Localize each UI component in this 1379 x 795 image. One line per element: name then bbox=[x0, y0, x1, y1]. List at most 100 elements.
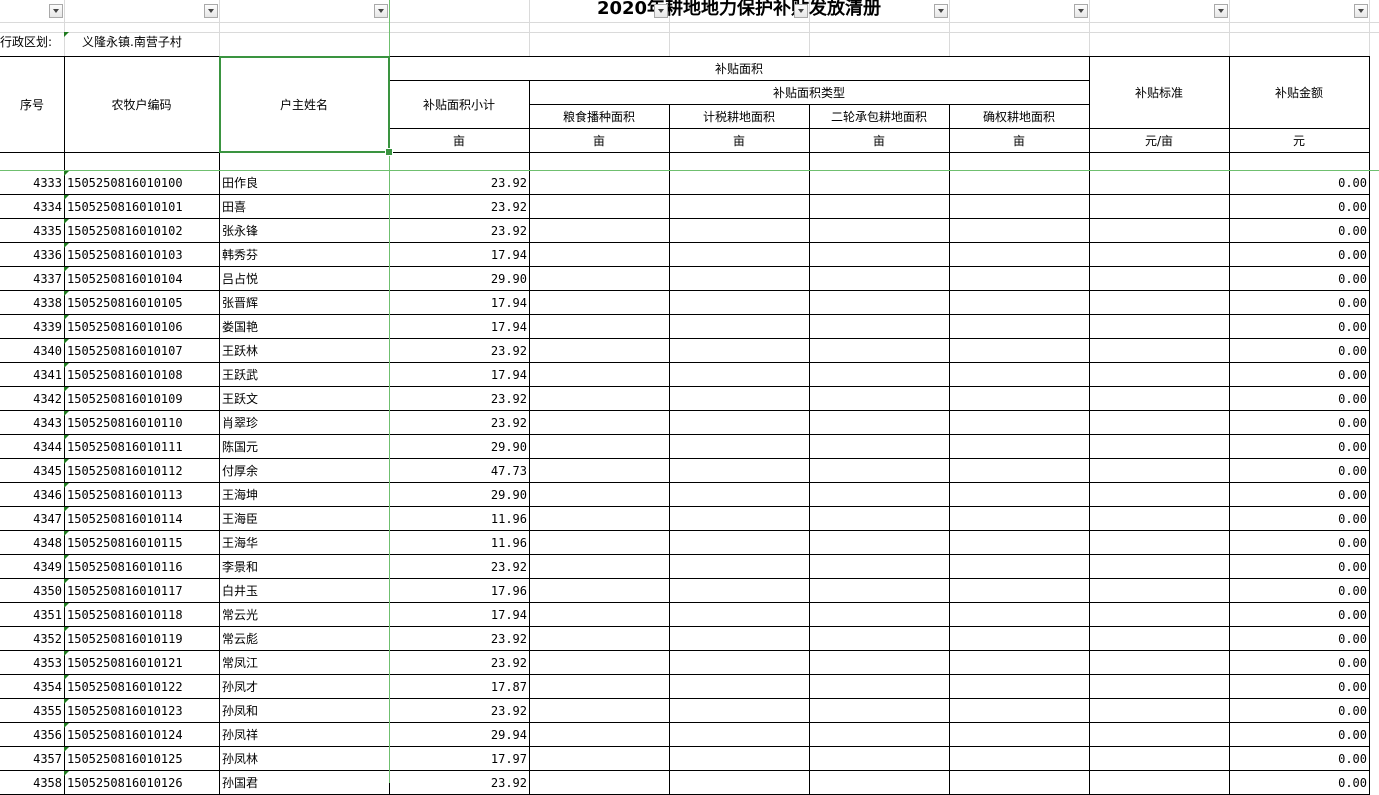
cell-name[interactable]: 王海华 bbox=[219, 531, 390, 555]
filter-dropdown-tax[interactable] bbox=[794, 4, 808, 18]
fill-handle[interactable] bbox=[385, 148, 393, 156]
cell-grain-area[interactable] bbox=[529, 603, 670, 627]
cell-amount[interactable]: 0.00 bbox=[1229, 771, 1370, 795]
cell-area-subtotal[interactable]: 47.73 bbox=[389, 459, 530, 483]
cell-seq[interactable]: 4343 bbox=[0, 411, 65, 435]
blank-cell[interactable] bbox=[949, 152, 1090, 171]
cell-seq[interactable]: 4341 bbox=[0, 363, 65, 387]
filter-dropdown-contract[interactable] bbox=[934, 4, 948, 18]
cell-standard[interactable] bbox=[1089, 555, 1230, 579]
cell-name[interactable]: 孙凤祥 bbox=[219, 723, 390, 747]
cell-tax-area[interactable] bbox=[669, 483, 810, 507]
cell-tax-area[interactable] bbox=[669, 315, 810, 339]
cell-confirmed-area[interactable] bbox=[949, 747, 1090, 771]
cell-contract-area[interactable] bbox=[809, 483, 950, 507]
cell-confirmed-area[interactable] bbox=[949, 363, 1090, 387]
region-value[interactable]: 义隆永镇.南营子村 bbox=[82, 33, 182, 50]
cell-grain-area[interactable] bbox=[529, 171, 670, 195]
cell-confirmed-area[interactable] bbox=[949, 603, 1090, 627]
cell-area-subtotal[interactable]: 23.92 bbox=[389, 219, 530, 243]
cell-area-subtotal[interactable]: 23.92 bbox=[389, 339, 530, 363]
cell-confirmed-area[interactable] bbox=[949, 771, 1090, 795]
cell-name[interactable]: 娄国艳 bbox=[219, 315, 390, 339]
cell-amount[interactable]: 0.00 bbox=[1229, 603, 1370, 627]
cell-name[interactable]: 付厚余 bbox=[219, 459, 390, 483]
cell-name[interactable]: 吕占悦 bbox=[219, 267, 390, 291]
blank-cell[interactable] bbox=[219, 152, 390, 171]
unit-standard[interactable]: 元/亩 bbox=[1089, 128, 1230, 153]
cell-amount[interactable]: 0.00 bbox=[1229, 195, 1370, 219]
cell-code[interactable]: 1505250816010110 bbox=[64, 411, 220, 435]
cell-code[interactable]: 1505250816010103 bbox=[64, 243, 220, 267]
cell-tax-area[interactable] bbox=[669, 747, 810, 771]
cell-grain-area[interactable] bbox=[529, 555, 670, 579]
cell-code[interactable]: 1505250816010124 bbox=[64, 723, 220, 747]
cell-name[interactable]: 白井玉 bbox=[219, 579, 390, 603]
cell-grain-area[interactable] bbox=[529, 411, 670, 435]
cell-tax-area[interactable] bbox=[669, 459, 810, 483]
cell-area-subtotal[interactable]: 17.97 bbox=[389, 747, 530, 771]
cell-standard[interactable] bbox=[1089, 507, 1230, 531]
cell-contract-area[interactable] bbox=[809, 387, 950, 411]
cell-tax-area[interactable] bbox=[669, 531, 810, 555]
cell-contract-area[interactable] bbox=[809, 363, 950, 387]
cell-name[interactable]: 常云彪 bbox=[219, 627, 390, 651]
cell-amount[interactable]: 0.00 bbox=[1229, 651, 1370, 675]
cell-standard[interactable] bbox=[1089, 291, 1230, 315]
header-standard[interactable]: 补贴标准 bbox=[1089, 56, 1230, 129]
cell-confirmed-area[interactable] bbox=[949, 507, 1090, 531]
header-amount[interactable]: 补贴金额 bbox=[1229, 56, 1370, 129]
cell-area-subtotal[interactable]: 23.92 bbox=[389, 555, 530, 579]
cell-seq[interactable]: 4337 bbox=[0, 267, 65, 291]
cell-amount[interactable]: 0.00 bbox=[1229, 747, 1370, 771]
cell-confirmed-area[interactable] bbox=[949, 651, 1090, 675]
cell-standard[interactable] bbox=[1089, 699, 1230, 723]
cell-grain-area[interactable] bbox=[529, 699, 670, 723]
cell-seq[interactable]: 4356 bbox=[0, 723, 65, 747]
cell-tax-area[interactable] bbox=[669, 723, 810, 747]
cell-contract-area[interactable] bbox=[809, 675, 950, 699]
cell-seq[interactable]: 4351 bbox=[0, 603, 65, 627]
cell-seq[interactable]: 4336 bbox=[0, 243, 65, 267]
cell-amount[interactable]: 0.00 bbox=[1229, 243, 1370, 267]
cell-contract-area[interactable] bbox=[809, 603, 950, 627]
cell-tax-area[interactable] bbox=[669, 675, 810, 699]
cell-code[interactable]: 1505250816010122 bbox=[64, 675, 220, 699]
cell-confirmed-area[interactable] bbox=[949, 219, 1090, 243]
cell-confirmed-area[interactable] bbox=[949, 243, 1090, 267]
cell-tax-area[interactable] bbox=[669, 195, 810, 219]
cell-confirmed-area[interactable] bbox=[949, 579, 1090, 603]
cell-name[interactable]: 田作良 bbox=[219, 171, 390, 195]
cell-tax-area[interactable] bbox=[669, 555, 810, 579]
cell-contract-area[interactable] bbox=[809, 651, 950, 675]
cell-seq[interactable]: 4353 bbox=[0, 651, 65, 675]
cell-grain-area[interactable] bbox=[529, 315, 670, 339]
cell-tax-area[interactable] bbox=[669, 651, 810, 675]
cell-tax-area[interactable] bbox=[669, 627, 810, 651]
cell-area-subtotal[interactable]: 29.90 bbox=[389, 483, 530, 507]
cell-amount[interactable]: 0.00 bbox=[1229, 219, 1370, 243]
cell-area-subtotal[interactable]: 11.96 bbox=[389, 507, 530, 531]
filter-dropdown-seq[interactable] bbox=[49, 4, 63, 18]
cell-name[interactable]: 韩秀芬 bbox=[219, 243, 390, 267]
cell-standard[interactable] bbox=[1089, 747, 1230, 771]
cell-amount[interactable]: 0.00 bbox=[1229, 363, 1370, 387]
blank-cell[interactable] bbox=[389, 152, 530, 171]
cell-grain-area[interactable] bbox=[529, 387, 670, 411]
cell-code[interactable]: 1505250816010115 bbox=[64, 531, 220, 555]
blank-cell[interactable] bbox=[1089, 152, 1230, 171]
cell-standard[interactable] bbox=[1089, 339, 1230, 363]
cell-amount[interactable]: 0.00 bbox=[1229, 507, 1370, 531]
cell-contract-area[interactable] bbox=[809, 699, 950, 723]
cell-contract-area[interactable] bbox=[809, 411, 950, 435]
cell-tax-area[interactable] bbox=[669, 435, 810, 459]
cell-code[interactable]: 1505250816010105 bbox=[64, 291, 220, 315]
header-seq[interactable]: 序号 bbox=[0, 56, 65, 153]
cell-code[interactable]: 1505250816010116 bbox=[64, 555, 220, 579]
cell-contract-area[interactable] bbox=[809, 627, 950, 651]
cell-standard[interactable] bbox=[1089, 771, 1230, 795]
cell-code[interactable]: 1505250816010121 bbox=[64, 651, 220, 675]
cell-seq[interactable]: 4340 bbox=[0, 339, 65, 363]
cell-standard[interactable] bbox=[1089, 171, 1230, 195]
cell-seq[interactable]: 4357 bbox=[0, 747, 65, 771]
